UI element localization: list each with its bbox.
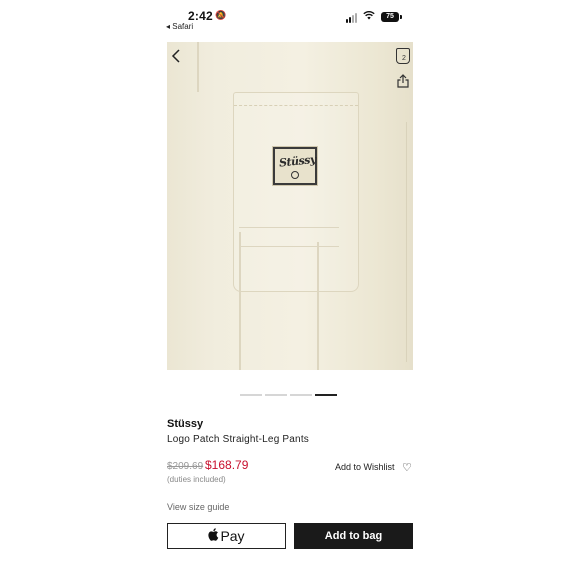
chevron-left-icon[interactable] bbox=[171, 48, 181, 69]
wifi-icon bbox=[363, 10, 375, 23]
apple-pay-label: Pay bbox=[220, 528, 245, 544]
apple-pay-button[interactable]: Pay bbox=[167, 523, 286, 549]
size-guide-link[interactable]: View size guide bbox=[167, 502, 229, 512]
bag-count-badge: 2 bbox=[402, 55, 406, 62]
carousel-dot-active[interactable] bbox=[315, 394, 337, 396]
seam bbox=[317, 242, 319, 370]
duties-note: (duties included) bbox=[167, 475, 226, 484]
battery-indicator: 75 bbox=[381, 12, 402, 22]
apple-logo-icon bbox=[208, 528, 219, 544]
logo-patch-text: Stüssy bbox=[278, 152, 317, 170]
patch-emblem bbox=[291, 171, 299, 179]
seam bbox=[405, 122, 407, 362]
cellular-signal-icon bbox=[346, 13, 360, 23]
brand-name[interactable]: Stüssy bbox=[167, 418, 203, 430]
phone-screen: 2:42 🔕 ◂ Safari 75 Stüssy 2 Stüssy Logo … bbox=[164, 0, 416, 580]
share-icon[interactable] bbox=[397, 74, 409, 88]
add-to-bag-button[interactable]: Add to bag bbox=[294, 523, 413, 549]
back-to-safari-link[interactable]: ◂ Safari bbox=[166, 22, 193, 31]
product-image[interactable]: Stüssy bbox=[167, 42, 413, 370]
sale-price: $168.79 bbox=[205, 458, 249, 472]
fabric-fold bbox=[197, 42, 199, 92]
product-name: Logo Patch Straight-Leg Pants bbox=[167, 434, 310, 445]
clock: 2:42 bbox=[188, 9, 213, 23]
logo-patch: Stüssy bbox=[273, 147, 317, 185]
bell-slash-icon: 🔕 bbox=[215, 10, 227, 20]
add-to-wishlist-button[interactable]: Add to Wishlist bbox=[335, 462, 395, 472]
carousel-dot[interactable] bbox=[290, 394, 312, 396]
seam bbox=[239, 232, 241, 370]
carousel-dot[interactable] bbox=[265, 394, 287, 396]
carousel-dot[interactable] bbox=[240, 394, 262, 396]
heart-icon[interactable]: ♡ bbox=[402, 461, 412, 474]
back-pocket bbox=[233, 92, 359, 292]
original-price: $209.69 bbox=[167, 461, 204, 472]
tool-loop bbox=[239, 227, 339, 247]
status-bar: 2:42 🔕 ◂ Safari 75 bbox=[164, 0, 416, 40]
